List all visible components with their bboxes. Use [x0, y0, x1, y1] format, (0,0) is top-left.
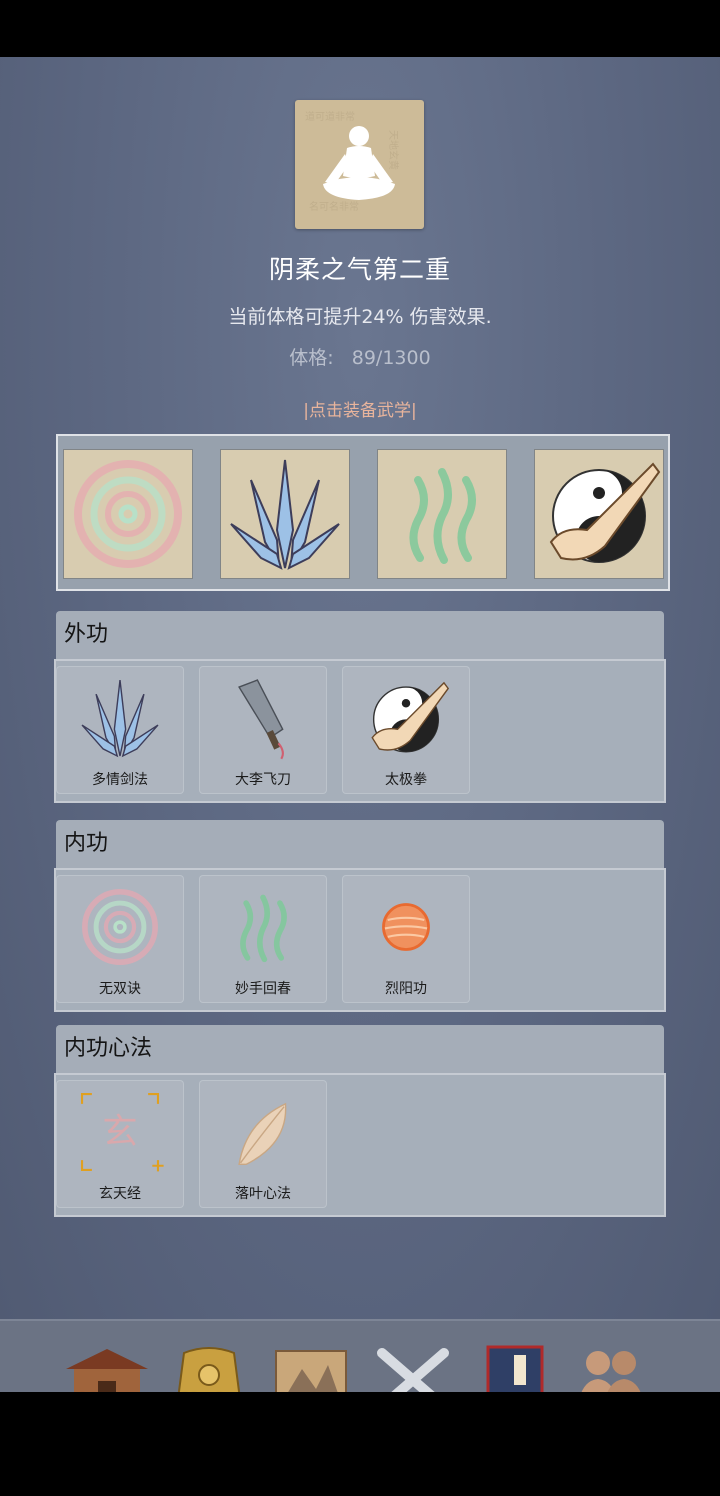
section-header-internal: 内功	[56, 820, 664, 868]
skill-label: 落叶心法	[235, 1186, 291, 1202]
section-external-skills: 多情剑法 大李飞刀 太极拳	[54, 659, 666, 803]
sword-fan-icon	[230, 459, 340, 570]
system-nav-area	[0, 1392, 720, 1496]
stat-label: 体格:	[289, 347, 334, 369]
skill-label: 玄天经	[99, 1186, 141, 1202]
equip-slot-3[interactable]	[378, 450, 506, 578]
spiral-icon	[74, 460, 182, 568]
skill-card-flying-knife[interactable]: 大李飞刀	[200, 667, 326, 793]
meditation-portrait[interactable]: 道可道非常名可名非常 天地玄黄	[295, 100, 424, 229]
skill-card-xuantian[interactable]: 玄 玄天经	[57, 1081, 183, 1207]
section-header-mental: 内功心法	[56, 1025, 664, 1073]
sword-fan-icon	[81, 679, 159, 758]
skill-card-lieyang[interactable]: 烈阳功	[343, 876, 469, 1002]
skill-card-miaoshou[interactable]: 妙手回春	[200, 876, 326, 1002]
martial-arts-screen: 道可道非常名可名非常 天地玄黄 阴柔之气第二重 当前体格可提升24% 伤害效果.…	[0, 57, 720, 1451]
xuan-glyph-icon: 玄	[80, 1092, 164, 1172]
skill-label: 多情剑法	[92, 772, 148, 788]
skill-label: 大李飞刀	[235, 772, 291, 788]
skill-label: 无双诀	[99, 981, 141, 997]
taiji-fist-icon	[549, 462, 661, 563]
skill-card-duoqing[interactable]: 多情剑法	[57, 667, 183, 793]
svg-text:玄: 玄	[102, 1111, 137, 1152]
status-bar	[0, 0, 720, 57]
skill-card-luoye[interactable]: 落叶心法	[200, 1081, 326, 1207]
equip-slot-1[interactable]	[64, 450, 192, 578]
skill-card-taiji[interactable]: 太极拳	[343, 667, 469, 793]
flying-knife-icon	[238, 679, 284, 760]
stat-value: 89/1300	[351, 347, 431, 369]
svg-text:名可名非常: 名可名非常	[309, 200, 359, 213]
taiji-fist-icon	[371, 681, 450, 753]
svg-text:天地玄黄: 天地玄黄	[387, 130, 400, 170]
skill-label: 妙手回春	[235, 981, 291, 997]
meditation-icon: 道可道非常名可名非常 天地玄黄	[305, 110, 400, 213]
realm-title: 阴柔之气第二重	[268, 255, 451, 284]
skill-label: 烈阳功	[385, 981, 427, 997]
section-mental-skills: 玄 玄天经 落叶心法	[54, 1073, 666, 1217]
skill-label: 太极拳	[385, 772, 427, 788]
wave-icon	[409, 468, 476, 564]
leaf-icon	[238, 1102, 287, 1166]
equip-slot-4[interactable]	[535, 450, 663, 578]
spiral-icon	[82, 889, 158, 965]
realm-description: 当前体格可提升24% 伤害效果.	[228, 306, 492, 328]
equip-slot-2[interactable]	[221, 450, 349, 578]
skill-card-wushuang[interactable]: 无双诀	[57, 876, 183, 1002]
sun-orb-icon	[382, 903, 430, 951]
constitution-stat: 体格: 89/1300	[0, 343, 720, 370]
section-internal-skills: 无双诀 妙手回春 烈阳功	[54, 868, 666, 1012]
svg-text:道可道非常: 道可道非常	[305, 110, 355, 123]
wave-icon	[240, 894, 287, 963]
equipped-skills-bar	[56, 434, 670, 591]
equip-hint-link[interactable]: |点击装备武学|	[0, 396, 720, 421]
section-header-external: 外功	[56, 611, 664, 659]
